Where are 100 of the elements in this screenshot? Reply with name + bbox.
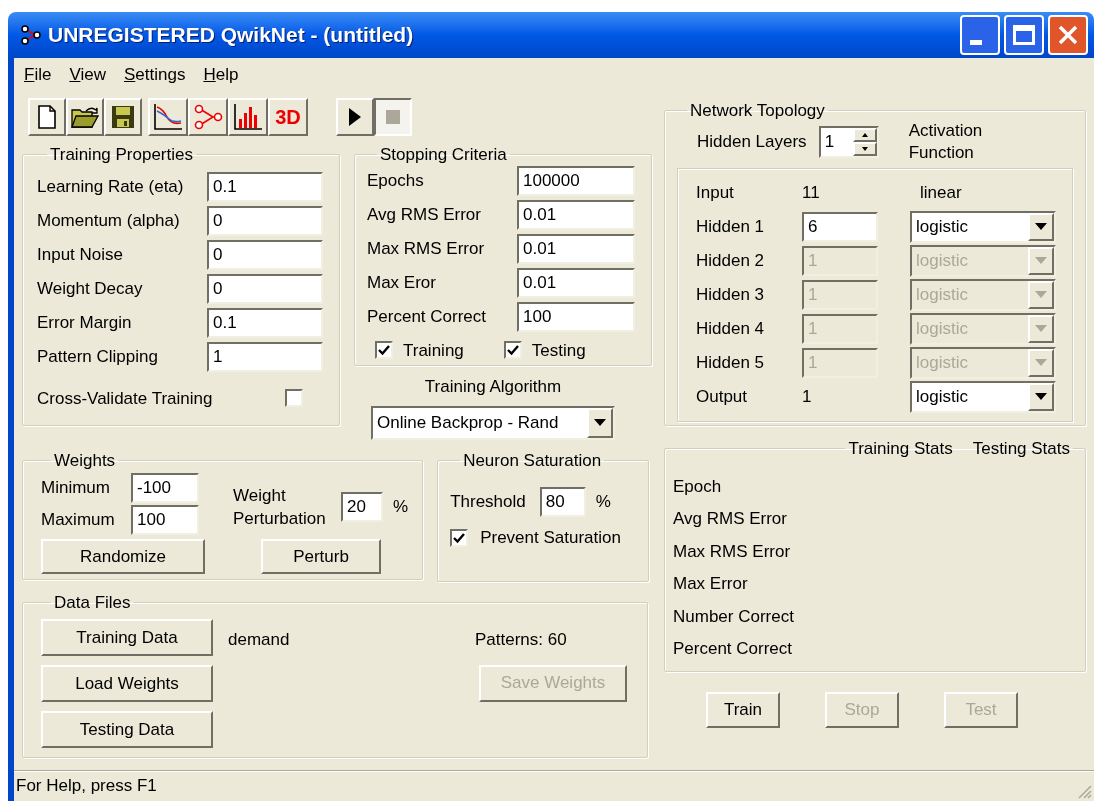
text-field[interactable]: 0.01: [517, 199, 635, 230]
unit-label: %: [393, 496, 409, 519]
text-field[interactable]: -100: [131, 473, 199, 503]
push-button[interactable]: Load Weights: [41, 665, 213, 702]
stop-icon: [386, 110, 400, 124]
push-button[interactable]: Randomize: [41, 539, 205, 574]
group-title: Network Topology: [689, 100, 826, 122]
minimize-icon: [970, 40, 982, 45]
toolbar-button[interactable]: 3D: [268, 98, 308, 136]
layer-label: Output: [696, 385, 749, 408]
menu-item[interactable]: File: [24, 62, 52, 88]
dropdown-value: logistic: [915, 283, 969, 306]
field-label: Minimum: [41, 477, 111, 500]
toolbar-label: 3D: [275, 105, 301, 130]
stat-label: Avg RMS Error: [673, 508, 788, 530]
up-arrow-icon: [861, 132, 868, 137]
text-field[interactable]: 20: [341, 492, 383, 522]
caret-icon: [1035, 325, 1047, 332]
caret-icon: [594, 419, 606, 426]
minimize-button[interactable]: [960, 15, 1000, 55]
stat-label: Number Correct: [673, 605, 795, 628]
resize-grip-icon: [1076, 783, 1092, 799]
field-label: Pattern Clipping: [37, 345, 158, 368]
caret-icon: [1035, 393, 1047, 400]
text-field[interactable]: 0: [207, 273, 323, 304]
text-field[interactable]: 80: [539, 487, 586, 517]
layer-label: Hidden 1: [696, 215, 766, 238]
text-field[interactable]: 0.1: [207, 171, 323, 202]
field-label: Learning Rate (eta): [37, 175, 184, 198]
open-folder-icon: [71, 106, 99, 128]
checkbox-label: Prevent Saturation: [480, 527, 621, 549]
group-title: Stopping Criteria: [379, 144, 508, 166]
caret-icon: [1035, 257, 1047, 264]
field-label: Maximum: [41, 509, 116, 532]
maximize-button[interactable]: [1004, 15, 1044, 55]
checkbox[interactable]: [375, 341, 393, 360]
field-label: Error Margin: [37, 311, 132, 334]
push-button[interactable]: Perturb: [261, 539, 381, 574]
layer-label: Input: [696, 181, 735, 204]
group-title: Neuron Saturation: [462, 449, 603, 472]
push-button[interactable]: Training Data: [41, 619, 213, 656]
check-icon: [453, 531, 466, 544]
text-field[interactable]: 0.1: [207, 307, 323, 338]
dropdown[interactable]: logistic: [910, 380, 1056, 413]
checkbox-label: Training: [403, 339, 464, 362]
spin-value: 1: [823, 130, 836, 153]
field-label: Threshold: [450, 491, 526, 514]
field-label: Max RMS Error: [367, 237, 485, 260]
checkbox-label: Testing: [531, 339, 586, 362]
checkbox-label: Cross-Validate Training: [37, 387, 213, 410]
close-icon: [1057, 24, 1079, 46]
menu-item[interactable]: Help: [203, 62, 239, 88]
text-field[interactable]: 0: [207, 239, 323, 270]
menu-item[interactable]: Settings: [123, 62, 186, 88]
menu-item[interactable]: View: [69, 62, 106, 88]
dropdown-value: Online Backprop - Rand: [376, 411, 560, 434]
checkbox[interactable]: [285, 389, 303, 408]
text-field[interactable]: 100000: [517, 165, 635, 196]
stat-label: Percent Correct: [673, 638, 794, 660]
check-icon: [506, 344, 519, 357]
new-document-icon: [37, 105, 57, 129]
push-button[interactable]: Testing Data: [41, 711, 213, 748]
push-button[interactable]: Train: [706, 692, 780, 728]
layer-label: Hidden 3: [696, 283, 766, 306]
spin-field[interactable]: 1: [818, 125, 879, 158]
close-button[interactable]: [1048, 15, 1088, 55]
text-field[interactable]: 0: [207, 205, 323, 236]
group-title: Training Properties: [49, 144, 194, 166]
layer-label: Hidden 2: [696, 249, 766, 272]
field-label: Percent Correct: [367, 305, 487, 328]
layer-label: Hidden 4: [696, 317, 766, 340]
checkbox[interactable]: [503, 341, 522, 360]
layer-label: Hidden 5: [696, 351, 766, 374]
checkbox[interactable]: [450, 528, 469, 547]
text-field[interactable]: 100: [517, 301, 635, 332]
text-field[interactable]: 0.01: [517, 233, 635, 264]
field-label: Epochs: [367, 169, 424, 192]
field-label: Hidden Layers: [697, 130, 807, 153]
text-field[interactable]: 6: [802, 211, 878, 242]
text-field[interactable]: 100: [131, 505, 199, 535]
window-title: UNREGISTERED QwikNet - (untitled): [48, 22, 414, 49]
pattern-count: Patterns: 60: [475, 629, 567, 651]
caret-icon: [1035, 291, 1047, 298]
field-label: Momentum (alpha): [37, 209, 180, 232]
file-name: demand: [228, 629, 290, 651]
layer-count: 1: [802, 385, 813, 408]
spin-up-button[interactable]: [852, 127, 877, 142]
column-header: Activation Function: [908, 119, 984, 164]
field-label: Weight Decay: [37, 277, 143, 300]
field-label: Training Algorithm: [424, 376, 562, 398]
column-header: Training Stats: [848, 438, 953, 460]
text-field[interactable]: 1: [207, 341, 323, 372]
dropdown-value: logistic: [915, 317, 969, 340]
dropdown[interactable]: logistic: [910, 210, 1056, 243]
stat-label: Epoch: [673, 475, 723, 498]
stat-label: Max Error: [673, 573, 749, 595]
network-icon: [193, 104, 223, 130]
dropdown-value: logistic: [915, 215, 969, 238]
dropdown[interactable]: Online Backprop - Rand: [371, 405, 615, 440]
text-field[interactable]: 0.01: [517, 267, 635, 298]
